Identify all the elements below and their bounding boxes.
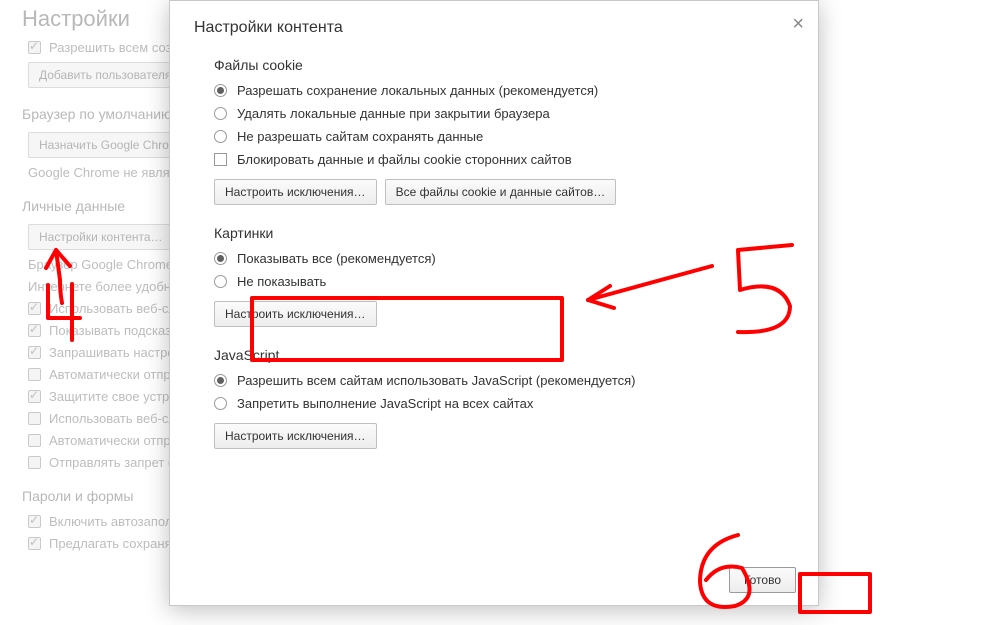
modal-scroll-area[interactable]: Файлы cookie Разрешать сохранение локаль… [170, 47, 818, 557]
images-opt-show-all[interactable]: Показывать все (рекомендуется) [214, 251, 774, 266]
js-opt-block[interactable]: Запретить выполнение JavaScript на всех … [214, 396, 774, 411]
radio-icon[interactable] [214, 130, 227, 143]
cookies-opt-allow[interactable]: Разрешать сохранение локальных данных (р… [214, 83, 774, 98]
cookies-exceptions-button[interactable]: Настроить исключения… [214, 179, 377, 205]
done-button[interactable]: Готово [729, 567, 796, 593]
checkbox-icon[interactable] [214, 153, 227, 166]
cookies-opt-block[interactable]: Не разрешать сайтам сохранять данные [214, 129, 774, 144]
radio-icon[interactable] [214, 84, 227, 97]
radio-icon[interactable] [214, 374, 227, 387]
cookies-opt-delete-on-close[interactable]: Удалять локальные данные при закрытии бр… [214, 106, 774, 121]
cookies-block-third-party[interactable]: Блокировать данные и файлы cookie сторон… [214, 152, 774, 167]
radio-icon[interactable] [214, 107, 227, 120]
radio-icon[interactable] [214, 252, 227, 265]
js-heading: JavaScript [214, 347, 774, 363]
radio-icon[interactable] [214, 397, 227, 410]
cookies-heading: Файлы cookie [214, 57, 774, 73]
js-opt-allow[interactable]: Разрешить всем сайтам использовать JavaS… [214, 373, 774, 388]
js-exceptions-button[interactable]: Настроить исключения… [214, 423, 377, 449]
modal-title: Настройки контента [194, 19, 343, 36]
images-exceptions-button[interactable]: Настроить исключения… [214, 301, 377, 327]
content-settings-modal: Настройки контента × Файлы cookie Разреш… [169, 0, 819, 606]
radio-icon[interactable] [214, 275, 227, 288]
images-heading: Картинки [214, 225, 774, 241]
modal-overlay: Настройки контента × Файлы cookie Разреш… [0, 0, 988, 625]
images-opt-hide[interactable]: Не показывать [214, 274, 774, 289]
close-icon[interactable]: × [792, 13, 804, 36]
all-cookies-button[interactable]: Все файлы cookie и данные сайтов… [385, 179, 617, 205]
